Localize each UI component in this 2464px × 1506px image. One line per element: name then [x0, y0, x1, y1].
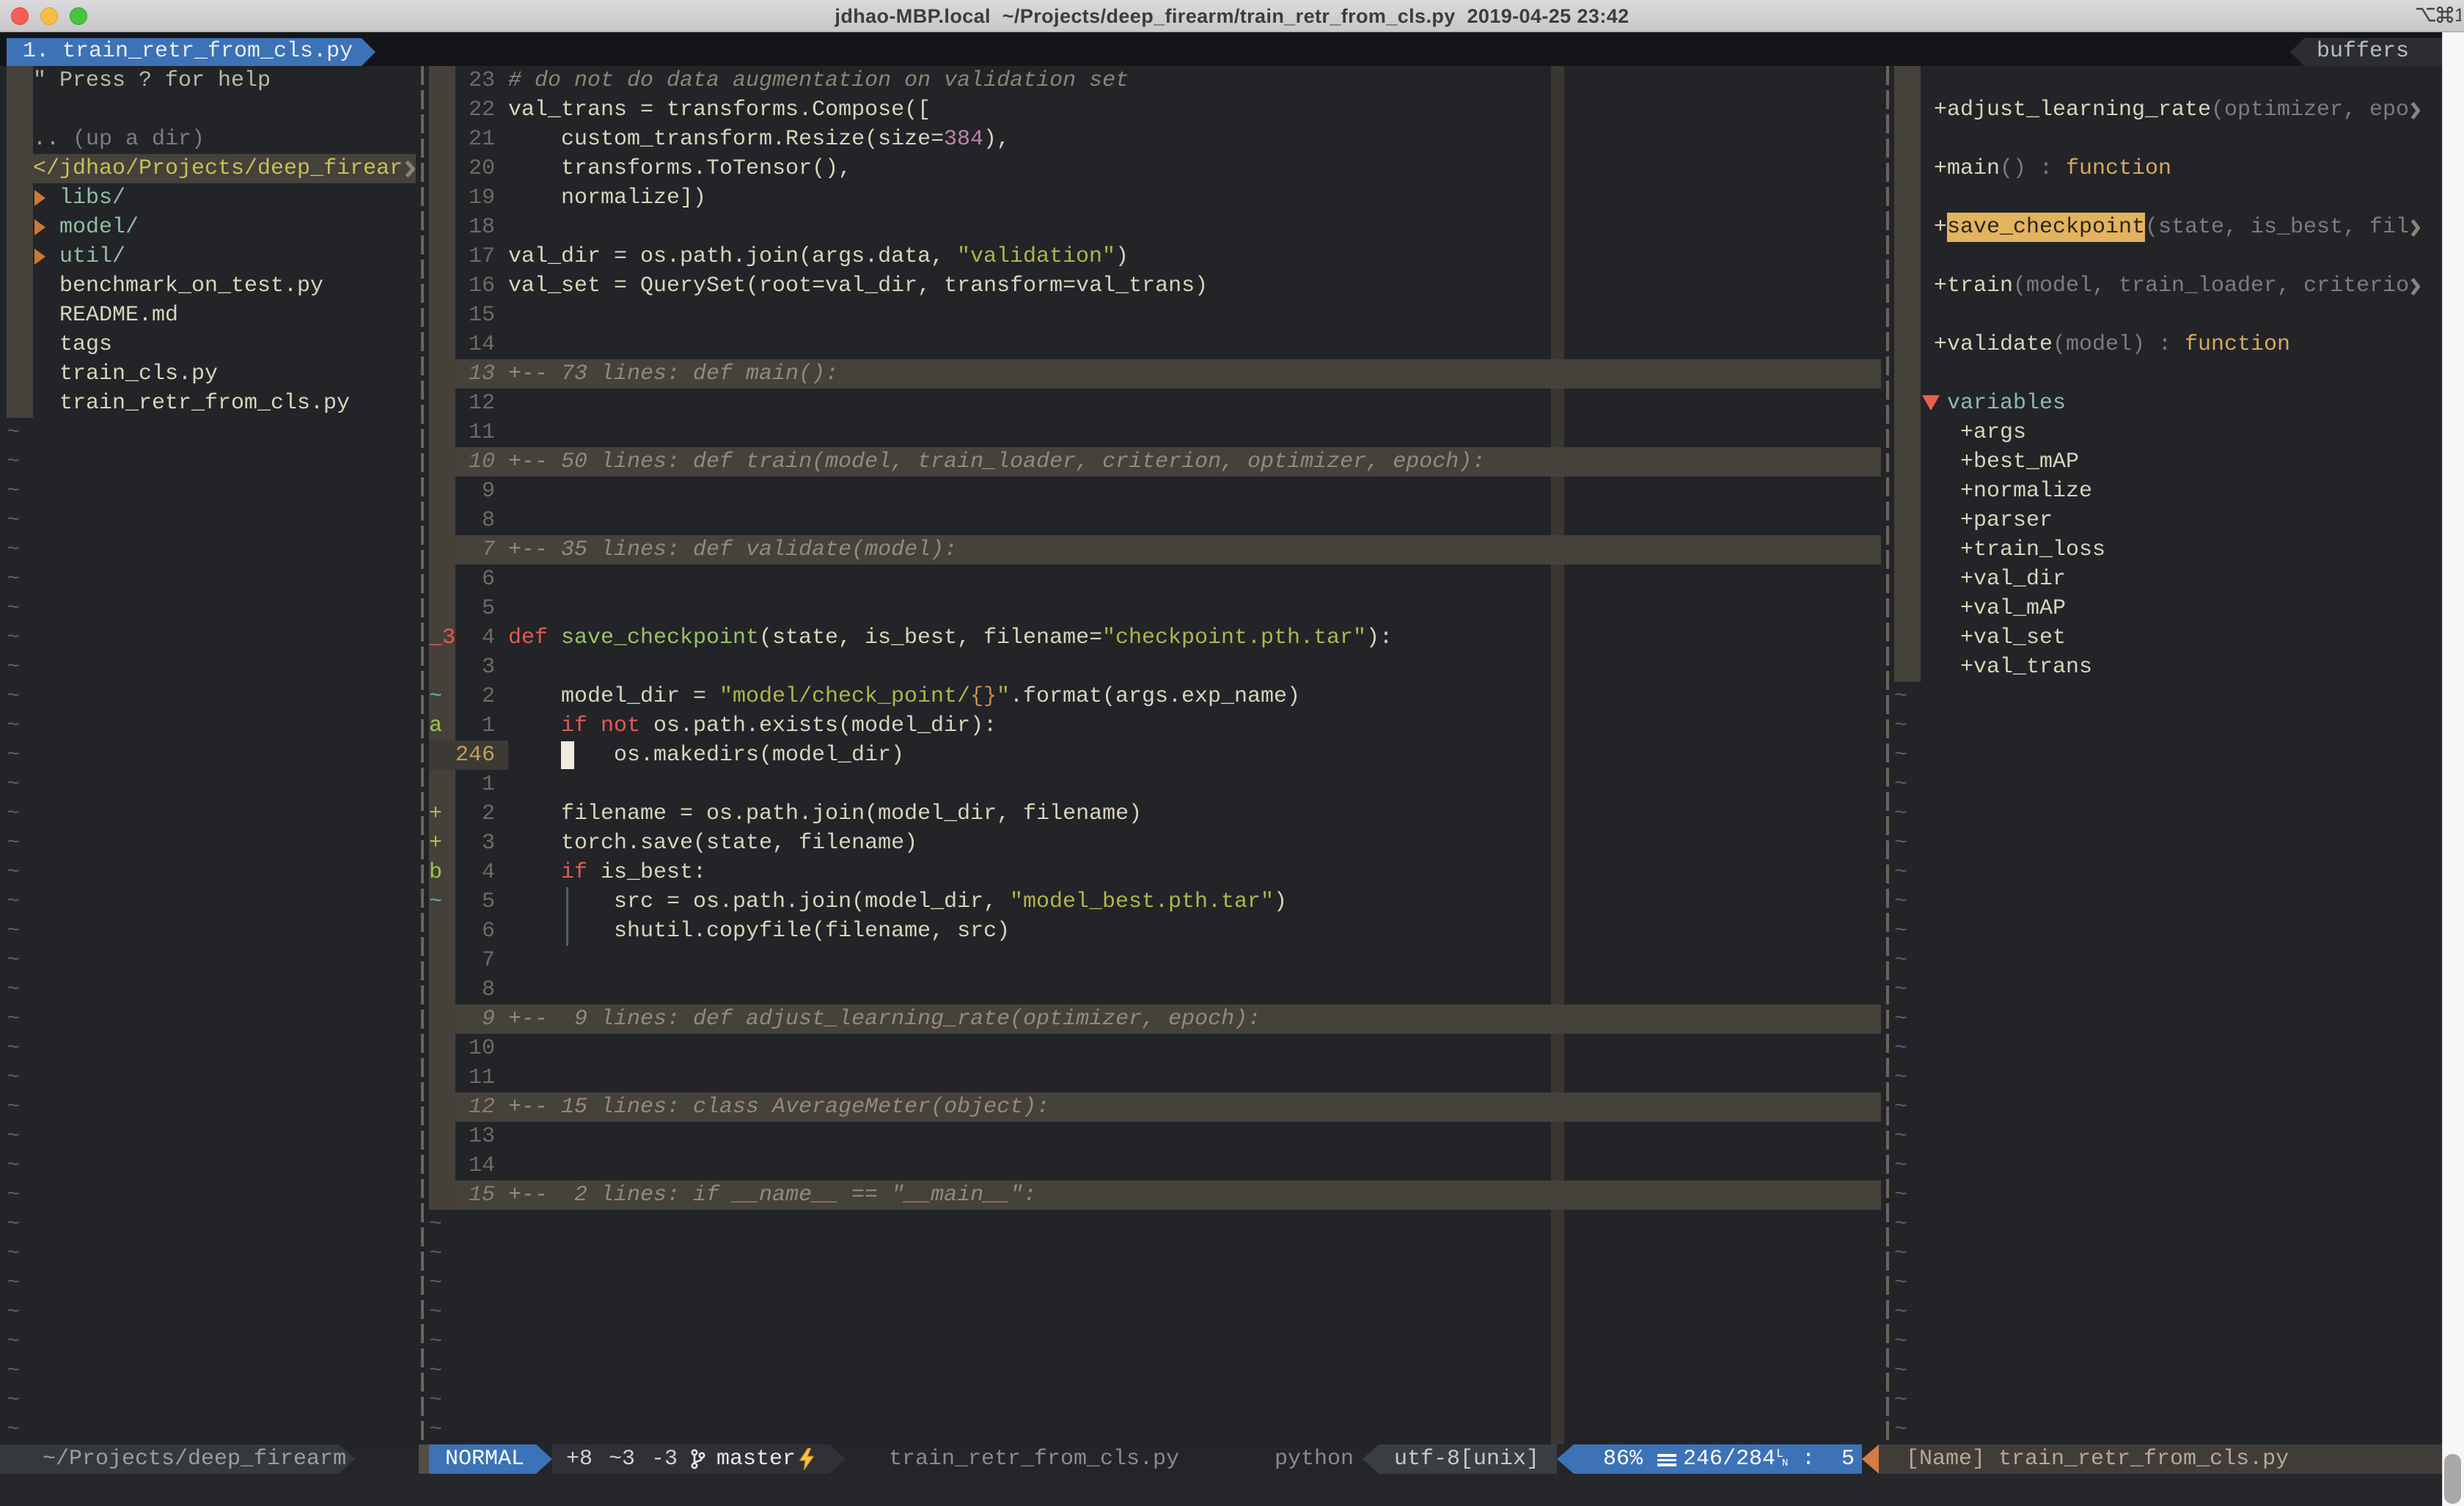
svg-text:1: 1 — [2454, 5, 2461, 25]
